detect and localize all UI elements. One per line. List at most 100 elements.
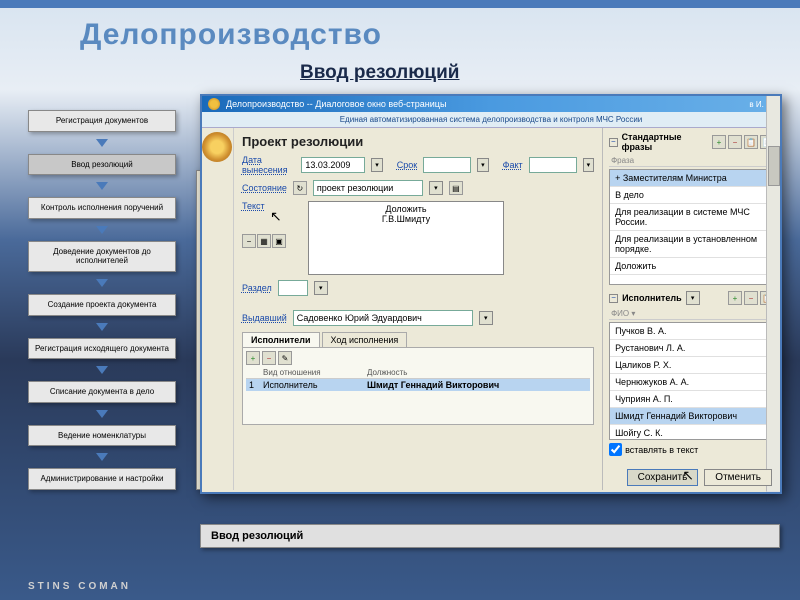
text-line1: Доложить <box>385 204 426 214</box>
text-tool-3[interactable]: ▣ <box>272 234 286 248</box>
section-dropdown-icon[interactable]: ▾ <box>314 281 328 295</box>
dialog-left-strip <box>202 128 234 490</box>
perf-edit-icon[interactable]: ✎ <box>278 351 292 365</box>
tab-progress[interactable]: Ход исполнения <box>322 332 408 347</box>
perf-col-relation[interactable]: Вид отношения <box>260 367 364 379</box>
sidebar-item-resolutions[interactable]: Ввод резолюций <box>28 154 176 176</box>
dialog-main-area: Проект резолюции Дата вынесения ▾ Срок ▾… <box>234 128 602 490</box>
phrases-copy-icon[interactable]: 📋 <box>744 135 758 149</box>
save-button[interactable]: Сохранить <box>627 469 699 486</box>
text-label[interactable]: Текст <box>242 201 302 211</box>
insert-text-check[interactable] <box>609 443 622 456</box>
phrase-item[interactable]: Для реализации в системе МЧС России. <box>610 204 773 231</box>
fio-collapse-icon[interactable]: − <box>609 294 618 303</box>
perf-del-icon[interactable]: − <box>262 351 276 365</box>
fio-del-icon[interactable]: − <box>744 291 758 305</box>
issuer-label[interactable]: Выдавший <box>242 313 287 323</box>
performers-tabs: Исполнители Ход исполнения <box>242 332 594 347</box>
fio-item[interactable]: Шойгу С. К. <box>610 425 773 440</box>
page-title: Делопроизводство <box>80 18 382 52</box>
emblem-icon <box>208 98 220 110</box>
phrase-item[interactable]: + Заместителям Министра <box>610 170 773 187</box>
sidebar-item-writeoff[interactable]: Списание документа в дело <box>28 381 176 403</box>
phrase-item[interactable]: Доложить <box>610 258 773 275</box>
section-label[interactable]: Раздел <box>242 283 272 293</box>
fio-item[interactable]: Цаликов Р. Х. <box>610 357 773 374</box>
fio-item[interactable]: Чуприян А. П. <box>610 391 773 408</box>
fio-item[interactable]: Чернюжуков А. А. <box>610 374 773 391</box>
deadline-picker-icon[interactable]: ▾ <box>477 158 488 172</box>
phrases-collapse-icon[interactable]: − <box>609 138 618 147</box>
sidebar-item-control[interactable]: Контроль исполнения поручений <box>28 197 176 219</box>
insert-text-checkbox[interactable]: вставлять в текст <box>609 443 774 456</box>
phrase-item[interactable]: В дело <box>610 187 773 204</box>
fact-picker-icon[interactable]: ▾ <box>583 158 594 172</box>
section-input[interactable] <box>278 280 308 296</box>
arrow-icon <box>96 323 108 331</box>
sidebar-item-register[interactable]: Регистрация документов <box>28 110 176 132</box>
fio-item[interactable]: Шмидт Геннадий Викторович <box>610 408 773 425</box>
arrow-icon <box>96 453 108 461</box>
tab-performers[interactable]: Исполнители <box>242 332 320 347</box>
fio-item[interactable]: Рустанович Л. А. <box>610 340 773 357</box>
cancel-button[interactable]: Отменить <box>704 469 772 486</box>
phrases-del-icon[interactable]: − <box>728 135 742 149</box>
date-label[interactable]: Дата вынесения <box>242 155 295 175</box>
top-bar <box>0 0 800 8</box>
perf-row-num: 1 <box>246 379 260 392</box>
phrase-item[interactable]: Для реализации в установленном порядке. <box>610 231 773 258</box>
phrases-subheader: Фраза <box>609 155 774 167</box>
dialog-title: Проект резолюции <box>242 134 594 149</box>
state-dropdown-icon[interactable]: ▾ <box>429 181 443 195</box>
fio-filter-icon[interactable]: ▾ <box>686 291 700 305</box>
resolution-dialog: Делопроизводство -- Диалоговое окно веб-… <box>200 94 782 494</box>
arrow-icon <box>96 182 108 190</box>
arrow-icon <box>96 139 108 147</box>
performers-row[interactable]: 1 Исполнитель Шмидт Геннадий Викторович <box>246 379 590 392</box>
dialog-titlebar-text: Делопроизводство -- Диалоговое окно веб-… <box>226 99 446 109</box>
text-tool-2[interactable]: ▦ <box>257 234 271 248</box>
deadline-label[interactable]: Срок <box>397 160 417 170</box>
date-input[interactable] <box>301 157 365 173</box>
fio-item[interactable]: Пучков В. А. <box>610 323 773 340</box>
perf-add-icon[interactable]: + <box>246 351 260 365</box>
right-panel: − Стандартные фразы + − 📋 📄 Фраза + Заме… <box>602 128 780 490</box>
page-subtitle: Ввод резолюций <box>300 62 459 84</box>
emblem-large-icon <box>202 132 232 162</box>
fio-add-icon[interactable]: + <box>728 291 742 305</box>
perf-row-name: Шмидт Геннадий Викторович <box>364 379 590 392</box>
text-tool-1[interactable]: − <box>242 234 256 248</box>
phrases-title: Стандартные фразы <box>622 132 708 152</box>
state-input[interactable] <box>313 180 423 196</box>
perf-row-rel: Исполнитель <box>260 379 364 392</box>
text-line2: Г.В.Шмидту <box>382 214 430 224</box>
state-refresh-icon[interactable]: ↻ <box>293 181 307 195</box>
state-action-icon[interactable]: ▤ <box>449 181 463 195</box>
resolution-text[interactable]: Доложить Г.В.Шмидту <box>308 201 504 275</box>
fio-scrollbar[interactable] <box>766 322 774 440</box>
footer-logo: STINS COMAN <box>28 581 131 592</box>
sidebar-item-deliver[interactable]: Доведение документов до исполнителей <box>28 241 176 272</box>
sidebar-item-register-out[interactable]: Регистрация исходящего документа <box>28 338 176 360</box>
fio-list[interactable]: Пучков В. А. Рустанович Л. А. Цаликов Р.… <box>609 322 774 440</box>
issuer-input[interactable] <box>293 310 473 326</box>
performers-table: Вид отношения Должность 1 Исполнитель Шм… <box>246 367 590 391</box>
arrow-icon <box>96 366 108 374</box>
phrases-add-icon[interactable]: + <box>712 135 726 149</box>
deadline-input[interactable] <box>423 157 471 173</box>
fact-input[interactable] <box>529 157 577 173</box>
perf-col-position[interactable]: Должность <box>364 367 590 379</box>
phrases-list[interactable]: + Заместителям Министра В дело Для реали… <box>609 169 774 285</box>
date-picker-icon[interactable]: ▾ <box>371 158 382 172</box>
dialog-header-caption: Единая автоматизированная система делопр… <box>202 112 780 128</box>
insert-text-label: вставлять в текст <box>625 445 698 455</box>
issuer-dropdown-icon[interactable]: ▾ <box>479 311 493 325</box>
state-label[interactable]: Состояние <box>242 183 287 193</box>
fio-subheader: ФИО ▾ <box>609 308 774 320</box>
sidebar-item-create-draft[interactable]: Создание проекта документа <box>28 294 176 316</box>
sidebar-item-nomenclature[interactable]: Ведение номенклатуры <box>28 425 176 447</box>
fact-label[interactable]: Факт <box>503 160 523 170</box>
sidebar-item-admin[interactable]: Администрирование и настройки <box>28 468 176 490</box>
dialog-titlebar[interactable]: Делопроизводство -- Диалоговое окно веб-… <box>202 96 780 112</box>
arrow-icon <box>96 226 108 234</box>
